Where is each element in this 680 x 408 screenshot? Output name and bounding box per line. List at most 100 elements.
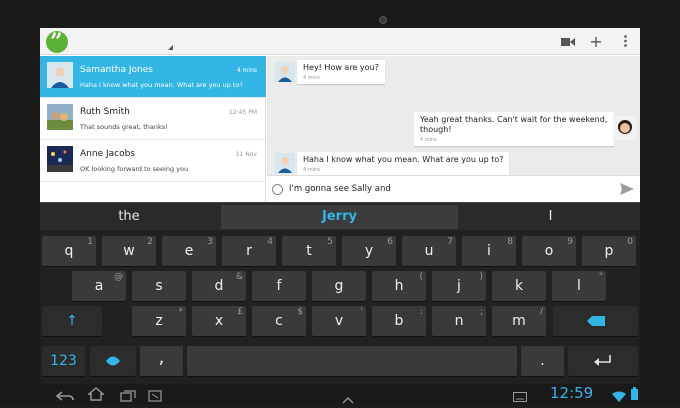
account-dropdown-icon[interactable] [168, 45, 173, 50]
key-label: q [64, 243, 74, 259]
chevron-up-icon[interactable] [342, 389, 354, 408]
swiftkey-logo-key[interactable] [90, 346, 136, 376]
key-label: i [487, 243, 491, 259]
period-key[interactable]: . [521, 346, 564, 376]
conversation-time: 4 mins [236, 67, 257, 74]
key-c[interactable]: c $ [252, 306, 306, 336]
emoji-icon[interactable] [272, 184, 283, 195]
key-alt-label: 0 [627, 237, 633, 247]
message-bubble: Haha I know what you mean. What are you … [297, 152, 510, 176]
suggestion-center[interactable]: Jerry [221, 205, 458, 229]
screenshot-icon[interactable] [148, 387, 162, 406]
key-alt-label: 7 [447, 237, 453, 247]
enter-key[interactable] [568, 346, 638, 376]
key-k[interactable]: k [492, 271, 546, 301]
message-composer[interactable]: I'm gonna see Sally and [267, 175, 640, 202]
key-label: h [394, 278, 404, 294]
backspace-key[interactable] [553, 306, 638, 336]
key-label: c [275, 313, 283, 329]
key-alt-label: ; [479, 307, 483, 317]
key-t[interactable]: t5 [282, 236, 336, 266]
space-key[interactable] [187, 346, 517, 376]
key-label: t [306, 243, 312, 259]
key-alt-label: : [419, 307, 423, 317]
key-alt-label: ) [479, 272, 483, 282]
contact-avatar [275, 62, 295, 82]
key-u[interactable]: u7 [402, 236, 456, 266]
hangouts-logo-icon[interactable] [46, 29, 68, 55]
key-alt-label: * [178, 307, 184, 317]
conversation-item[interactable]: Anne Jacobs OK looking forward to seeing… [40, 140, 266, 182]
key-label: z [155, 313, 163, 329]
key-alt-label: 1 [87, 237, 93, 247]
key-z[interactable]: z * [132, 306, 186, 336]
keyboard-status-icon [513, 387, 527, 406]
home-icon[interactable] [87, 386, 105, 405]
key-label: j [457, 278, 461, 294]
contact-avatar [275, 153, 295, 173]
key-label: x [214, 313, 224, 329]
conversation-name: Ruth Smith [80, 107, 130, 117]
screen: + Samantha Jones Haha I know what you me… [40, 28, 640, 384]
hangouts-app: + Samantha Jones Haha I know what you me… [40, 28, 640, 202]
avatar [47, 104, 73, 130]
key-alt-label: 2 [147, 237, 153, 247]
wifi-icon [612, 387, 626, 406]
conversation-time: 12:45 PM [229, 109, 257, 116]
conversation-snippet: OK looking forward to seeing you [80, 165, 189, 173]
key-x[interactable]: x £ [192, 306, 246, 336]
send-icon[interactable] [620, 182, 634, 196]
key-label: g [334, 278, 344, 294]
overflow-menu-icon[interactable] [617, 34, 633, 50]
conversation-item[interactable]: Ruth Smith That sounds great, thanks! 12… [40, 98, 266, 140]
key-alt-label: 9 [567, 237, 573, 247]
key-o[interactable]: o9 [522, 236, 576, 266]
recent-apps-icon[interactable] [120, 387, 136, 406]
key-i[interactable]: i8 [462, 236, 516, 266]
key-e[interactable]: e3 [162, 236, 216, 266]
back-icon[interactable] [55, 388, 74, 407]
key-p[interactable]: p0 [582, 236, 636, 266]
key-label: p [604, 243, 614, 259]
message-time: 4 mins [303, 167, 320, 173]
key-r[interactable]: r4 [222, 236, 276, 266]
battery-icon [631, 385, 638, 404]
key-l[interactable]: l " [552, 271, 606, 301]
key-m[interactable]: m / [492, 306, 546, 336]
key-label: r [246, 243, 252, 259]
comma-key[interactable]: , [140, 346, 183, 376]
key-q[interactable]: q1 [42, 236, 96, 266]
key-y[interactable]: y6 [342, 236, 396, 266]
key-alt-label: 8 [507, 237, 513, 247]
key-alt-label: $ [297, 307, 303, 317]
my-avatar [613, 116, 637, 140]
key-alt-label: 3 [207, 237, 213, 247]
key-g[interactable]: g [312, 271, 366, 301]
conversation-list: Samantha Jones Haha I know what you mean… [40, 56, 266, 202]
message-input[interactable]: I'm gonna see Sally and [289, 184, 391, 194]
key-a[interactable]: a @ [72, 271, 126, 301]
key-alt-label: ( [419, 272, 423, 282]
add-icon[interactable]: + [588, 34, 604, 50]
conversation-item[interactable]: Samantha Jones Haha I know what you mean… [40, 56, 266, 98]
key-label: o [544, 243, 554, 259]
key-j[interactable]: j) [432, 271, 486, 301]
key-alt-label: 4 [267, 237, 273, 247]
video-icon[interactable] [560, 34, 576, 50]
conversation-snippet: That sounds great, thanks! [80, 123, 168, 131]
key-alt-label: " [598, 272, 603, 282]
key-label: k [514, 278, 524, 294]
key-n[interactable]: n; [432, 306, 486, 336]
key-label: u [424, 243, 434, 259]
message-bubble: Hey! How are you? 4 mins [297, 60, 385, 84]
key-h[interactable]: h( [372, 271, 426, 301]
key-w[interactable]: w2 [102, 236, 156, 266]
suggestion-right[interactable]: I [461, 205, 640, 229]
message-time: 4 mins [303, 75, 320, 81]
shift-key[interactable]: ↑ [42, 306, 102, 336]
symbols-key[interactable]: 123 [42, 346, 85, 376]
key-v[interactable]: v ' [312, 306, 366, 336]
key-b[interactable]: b: [372, 306, 426, 336]
key-label: v [334, 313, 344, 329]
suggestion-left[interactable]: the [40, 205, 218, 229]
